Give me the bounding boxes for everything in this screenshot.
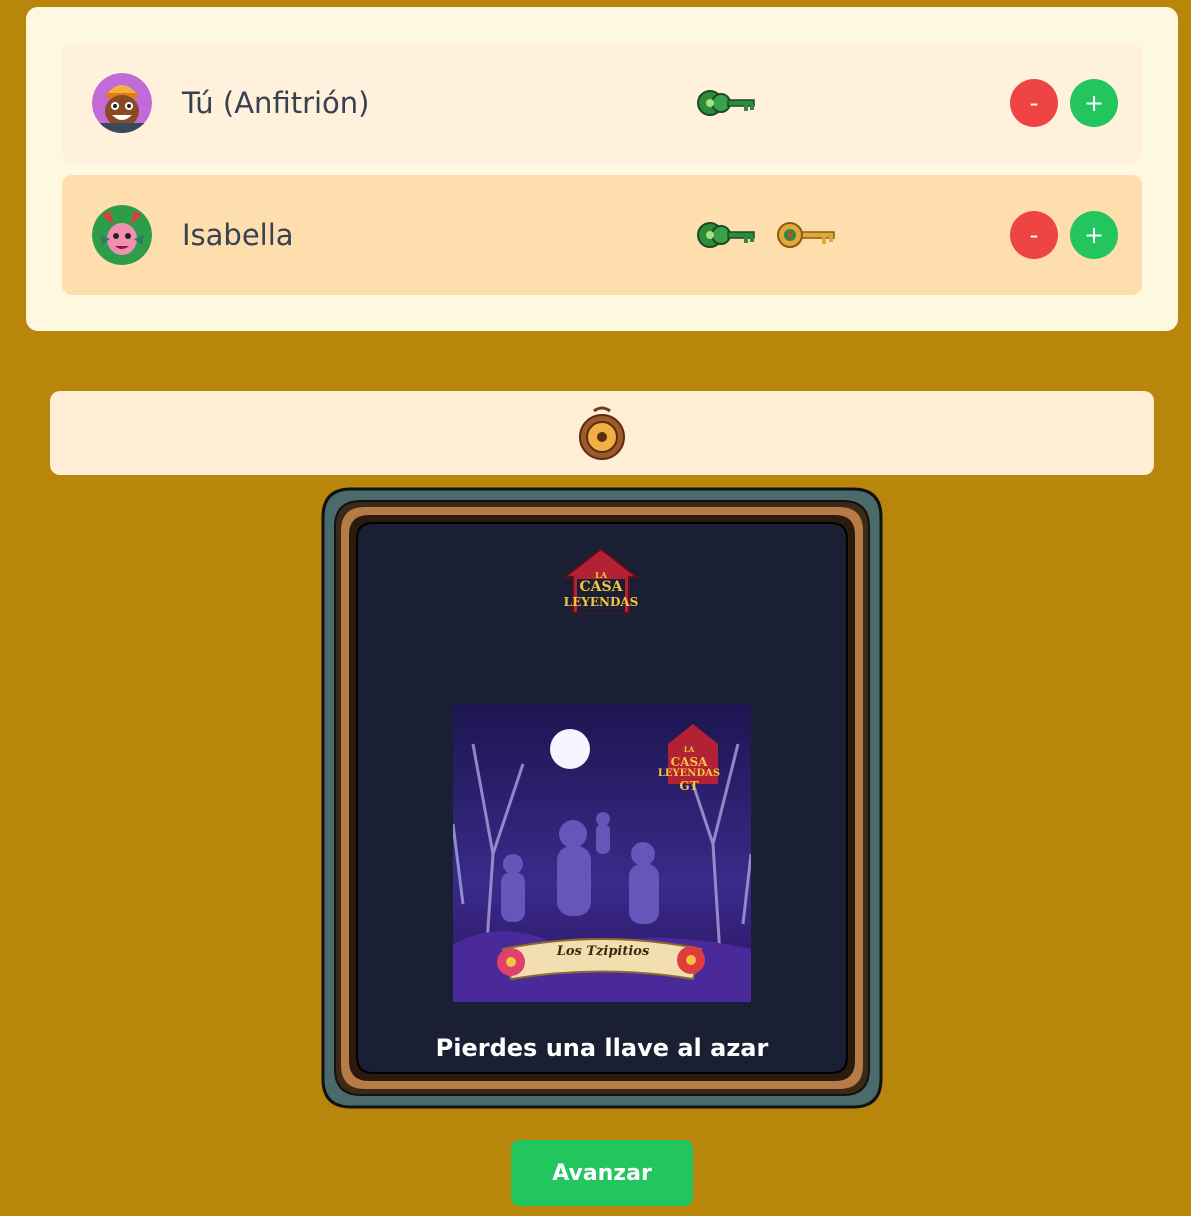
remove-key-button[interactable]: - xyxy=(1010,211,1058,259)
card-logo-text: LA CASA LEYENDAS xyxy=(563,570,639,610)
advance-button[interactable]: Avanzar xyxy=(511,1140,693,1206)
players-panel: Tú (Anfitrión) - + Isabella - + xyxy=(26,7,1178,331)
add-key-button[interactable]: + xyxy=(1070,211,1118,259)
add-key-button[interactable]: + xyxy=(1070,79,1118,127)
compass-token-icon[interactable] xyxy=(576,405,628,461)
player-name: Isabella xyxy=(182,218,294,252)
player-keys xyxy=(696,83,758,123)
image-logo-text: LA CASA LEYENDAS GT xyxy=(657,745,721,793)
pink-creature-avatar-icon xyxy=(92,205,152,265)
player-name: Tú (Anfitrión) xyxy=(182,86,370,120)
card-text: Pierdes una llave al azar xyxy=(435,1034,769,1062)
remove-key-button[interactable]: - xyxy=(1010,79,1058,127)
player-keys xyxy=(696,215,838,255)
player-row: Isabella - + xyxy=(62,175,1142,295)
player-row: Tú (Anfitrión) - + xyxy=(62,43,1142,163)
event-card: LA CASA LEYENDAS LA CASA LEYENDAS GT Los… xyxy=(321,487,883,1109)
token-bar xyxy=(50,391,1154,475)
jade-key-icon xyxy=(697,222,755,248)
legend-illustration: LA CASA LEYENDAS GT Los Tzipitios xyxy=(453,704,751,1002)
gold-key-icon xyxy=(777,222,835,248)
goblin-avatar-icon xyxy=(92,73,152,133)
jade-key-icon xyxy=(697,90,755,116)
banner-text: Los Tzipitios xyxy=(556,944,650,959)
